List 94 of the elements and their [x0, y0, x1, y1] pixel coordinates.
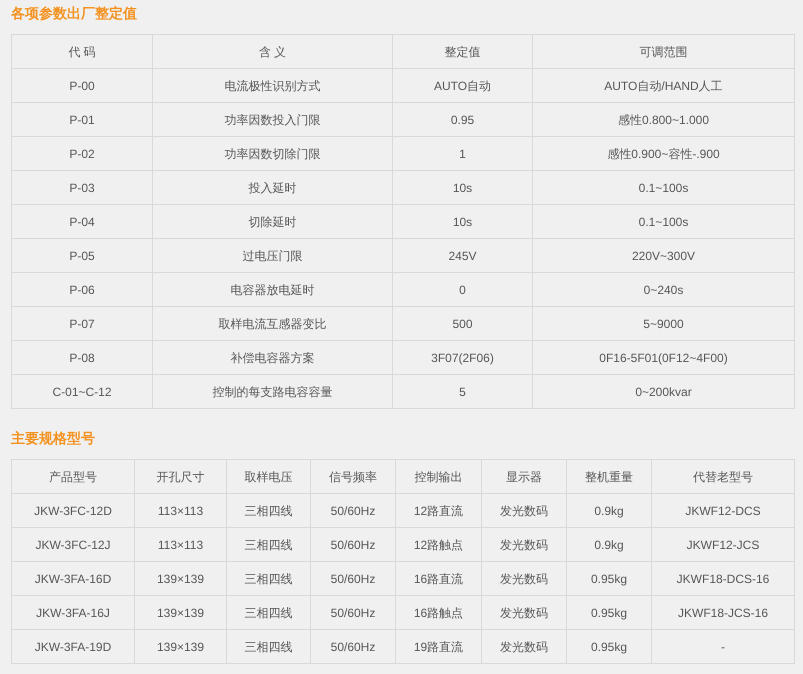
- table-cell: 电容器放电延时: [152, 272, 392, 306]
- table-cell: 139×139: [134, 596, 226, 630]
- table-cell: 50/60Hz: [310, 494, 396, 528]
- table-cell: 12路触点: [396, 528, 482, 562]
- table-cell: P-08: [12, 340, 152, 374]
- table-cell: 3F07(2F06): [392, 340, 532, 374]
- table-cell: 220V~300V: [532, 238, 794, 272]
- table-cell: 0.1~100s: [532, 204, 794, 238]
- table-cell: 0.95kg: [566, 562, 652, 596]
- table-cell: P-07: [12, 306, 152, 340]
- column-header: 显示器: [482, 460, 566, 494]
- table-cell: JKWF18-JCS-16: [652, 596, 794, 630]
- table-cell: 三相四线: [226, 494, 310, 528]
- table-cell: P-00: [12, 68, 152, 102]
- table-cell: JKW-3FC-12D: [12, 494, 134, 528]
- table-cell: 5: [392, 374, 532, 408]
- table-cell: 0.9kg: [566, 494, 652, 528]
- table-cell: 功率因数投入门限: [152, 102, 392, 136]
- table-cell: JKWF12-DCS: [652, 494, 794, 528]
- table-cell: JKW-3FA-19D: [12, 630, 134, 664]
- table-cell: C-01~C-12: [12, 374, 152, 408]
- table-cell: 0F16-5F01(0F12~4F00): [532, 340, 794, 374]
- table-cell: 16路直流: [396, 562, 482, 596]
- table-cell: 感性0.800~1.000: [532, 102, 794, 136]
- table-cell: P-01: [12, 102, 152, 136]
- column-header: 产品型号: [12, 460, 134, 494]
- table-cell: 三相四线: [226, 528, 310, 562]
- table-cell: 0~240s: [532, 272, 794, 306]
- table-cell: 50/60Hz: [310, 630, 396, 664]
- table-cell: 139×139: [134, 630, 226, 664]
- table-cell: 113×113: [134, 528, 226, 562]
- column-header: 代替老型号: [652, 460, 794, 494]
- table-cell: 取样电流互感器变比: [152, 306, 392, 340]
- table-cell: 1: [392, 136, 532, 170]
- table-cell: 0.95: [392, 102, 532, 136]
- table-cell: 10s: [392, 170, 532, 204]
- table-cell: 发光数码: [482, 528, 566, 562]
- table-cell: 电流极性识别方式: [152, 68, 392, 102]
- table-cell: -: [652, 630, 794, 664]
- table-cell: 功率因数切除门限: [152, 136, 392, 170]
- table-cell: 投入延时: [152, 170, 392, 204]
- table-cell: AUTO自动: [392, 68, 532, 102]
- table-cell: 113×113: [134, 494, 226, 528]
- table-cell: 500: [392, 306, 532, 340]
- table-cell: 发光数码: [482, 562, 566, 596]
- table-cell: JKW-3FC-12J: [12, 528, 134, 562]
- table-cell: 10s: [392, 204, 532, 238]
- table-cell: 0.95kg: [566, 630, 652, 664]
- table-cell: 感性0.900~容性-.900: [532, 136, 794, 170]
- table-cell: 245V: [392, 238, 532, 272]
- table-cell: JKWF12-JCS: [652, 528, 794, 562]
- table-cell: 三相四线: [226, 630, 310, 664]
- column-header: 控制输出: [396, 460, 482, 494]
- table-cell: 50/60Hz: [310, 528, 396, 562]
- table-cell: 0.1~100s: [532, 170, 794, 204]
- table-cell: 16路触点: [396, 596, 482, 630]
- table-cell: 139×139: [134, 562, 226, 596]
- column-header: 开孔尺寸: [134, 460, 226, 494]
- section-title: 主要规格型号: [10, 429, 96, 448]
- column-header: 可调范围: [532, 34, 794, 68]
- table-cell: 19路直流: [396, 630, 482, 664]
- table-cell: JKW-3FA-16D: [12, 562, 134, 596]
- table-cell: 控制的每支路电容容量: [152, 374, 392, 408]
- table-cell: 0.95kg: [566, 596, 652, 630]
- table-cell: 三相四线: [226, 562, 310, 596]
- column-header: 含 义: [152, 34, 392, 68]
- table-cell: JKWF18-DCS-16: [652, 562, 794, 596]
- column-header: 取样电压: [226, 460, 310, 494]
- table-cell: 补偿电容器方案: [152, 340, 392, 374]
- table-cell: 0: [392, 272, 532, 306]
- table-cell: 0.9kg: [566, 528, 652, 562]
- table-cell: P-04: [12, 204, 152, 238]
- table-cell: 发光数码: [482, 630, 566, 664]
- table-cell: 50/60Hz: [310, 596, 396, 630]
- table-cell: 5~9000: [532, 306, 794, 340]
- table-cell: P-02: [12, 136, 152, 170]
- table-cell: 过电压门限: [152, 238, 392, 272]
- table-cell: 三相四线: [226, 596, 310, 630]
- table-cell: P-06: [12, 272, 152, 306]
- table-cell: P-05: [12, 238, 152, 272]
- column-header: 代 码: [12, 34, 152, 68]
- table-cell: JKW-3FA-16J: [12, 596, 134, 630]
- table-cell: 0~200kvar: [532, 374, 794, 408]
- table-cell: P-03: [12, 170, 152, 204]
- table-cell: 切除延时: [152, 204, 392, 238]
- section-title: 各项参数出厂整定值: [10, 4, 138, 23]
- table-cell: 50/60Hz: [310, 562, 396, 596]
- column-header: 整机重量: [566, 460, 652, 494]
- table-cell: 发光数码: [482, 596, 566, 630]
- column-header: 整定值: [392, 34, 532, 68]
- table-cell: 发光数码: [482, 494, 566, 528]
- column-header: 信号频率: [310, 460, 396, 494]
- table-cell: AUTO自动/HAND人工: [532, 68, 794, 102]
- table-cell: 12路直流: [396, 494, 482, 528]
